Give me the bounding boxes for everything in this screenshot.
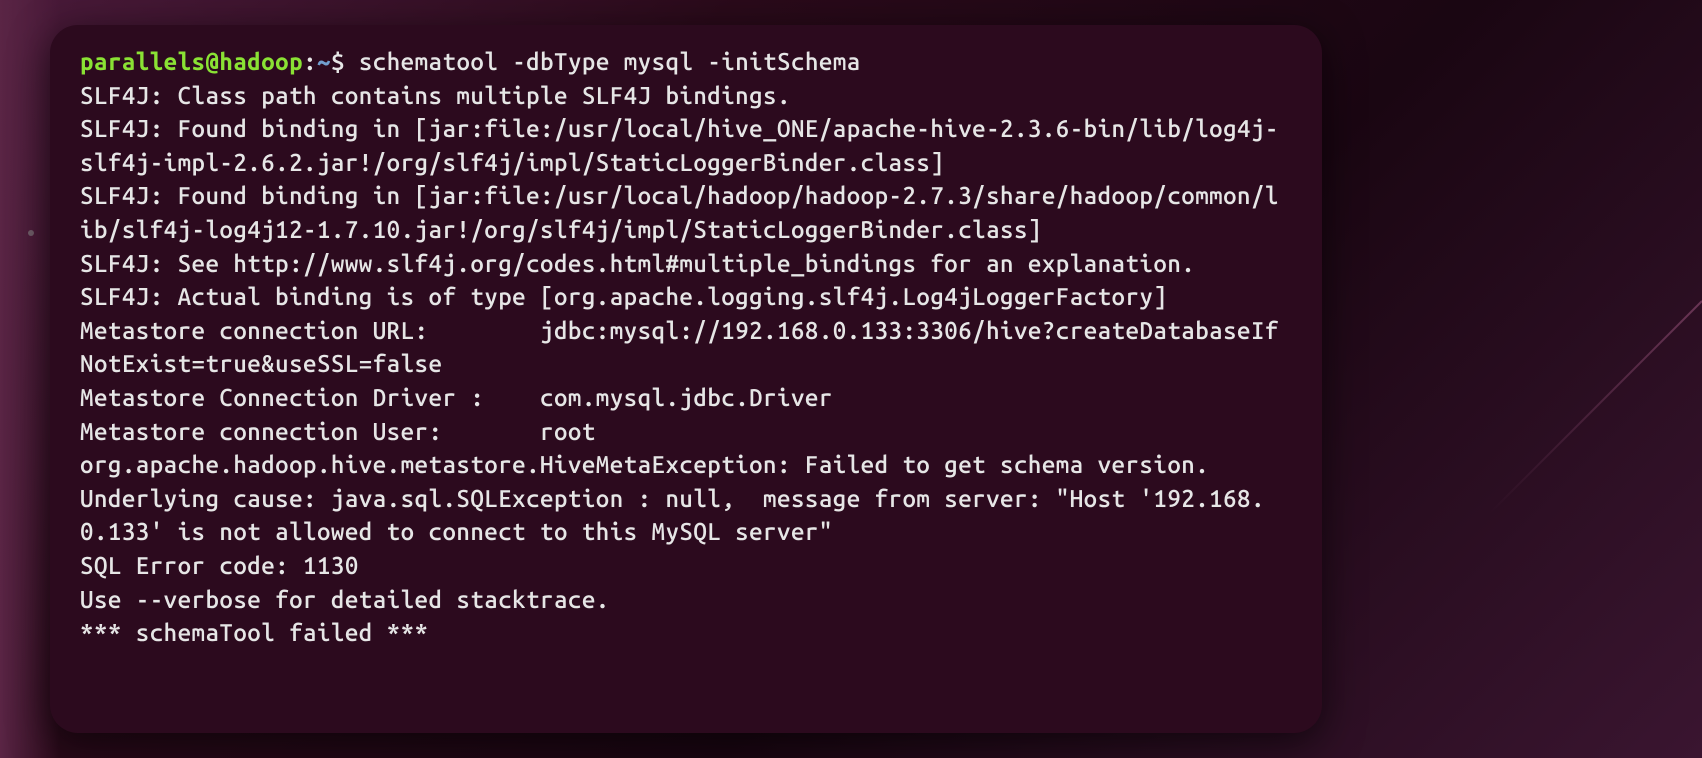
command-text: schematool -dbType mysql -initSchema (345, 48, 861, 75)
prompt-path: ~ (317, 48, 331, 75)
output-line: SLF4J: Found binding in [jar:file:/usr/l… (80, 115, 1279, 176)
output-line: Metastore Connection Driver : com.mysql.… (80, 384, 833, 411)
output-line: Metastore connection User: root (80, 418, 596, 445)
prompt-dollar: $ (331, 48, 345, 75)
output-line: org.apache.hadoop.hive.metastore.HiveMet… (80, 451, 1209, 478)
output-line: SLF4J: Class path contains multiple SLF4… (80, 82, 791, 109)
terminal-content[interactable]: parallels@hadoop:~$ schematool -dbType m… (80, 45, 1292, 650)
output-line: Metastore connection URL: jdbc:mysql://1… (80, 317, 1279, 378)
output-line: Use --verbose for detailed stacktrace. (80, 586, 610, 613)
output-line: Underlying cause: java.sql.SQLException … (80, 485, 1265, 546)
prompt-host: hadoop (219, 48, 303, 75)
bg-decoration (28, 230, 34, 236)
output-line: *** schemaTool failed *** (80, 619, 429, 646)
output-line: SQL Error code: 1130 (80, 552, 359, 579)
prompt-user: parallels (80, 48, 205, 75)
prompt-at: @ (205, 48, 219, 75)
prompt-colon: : (303, 48, 317, 75)
output-line: SLF4J: Found binding in [jar:file:/usr/l… (80, 182, 1279, 243)
output-line: SLF4J: See http://www.slf4j.org/codes.ht… (80, 250, 1195, 277)
bg-decoration (1489, 300, 1702, 514)
terminal-window[interactable]: parallels@hadoop:~$ schematool -dbType m… (50, 25, 1322, 733)
output-line: SLF4J: Actual binding is of type [org.ap… (80, 283, 1167, 310)
